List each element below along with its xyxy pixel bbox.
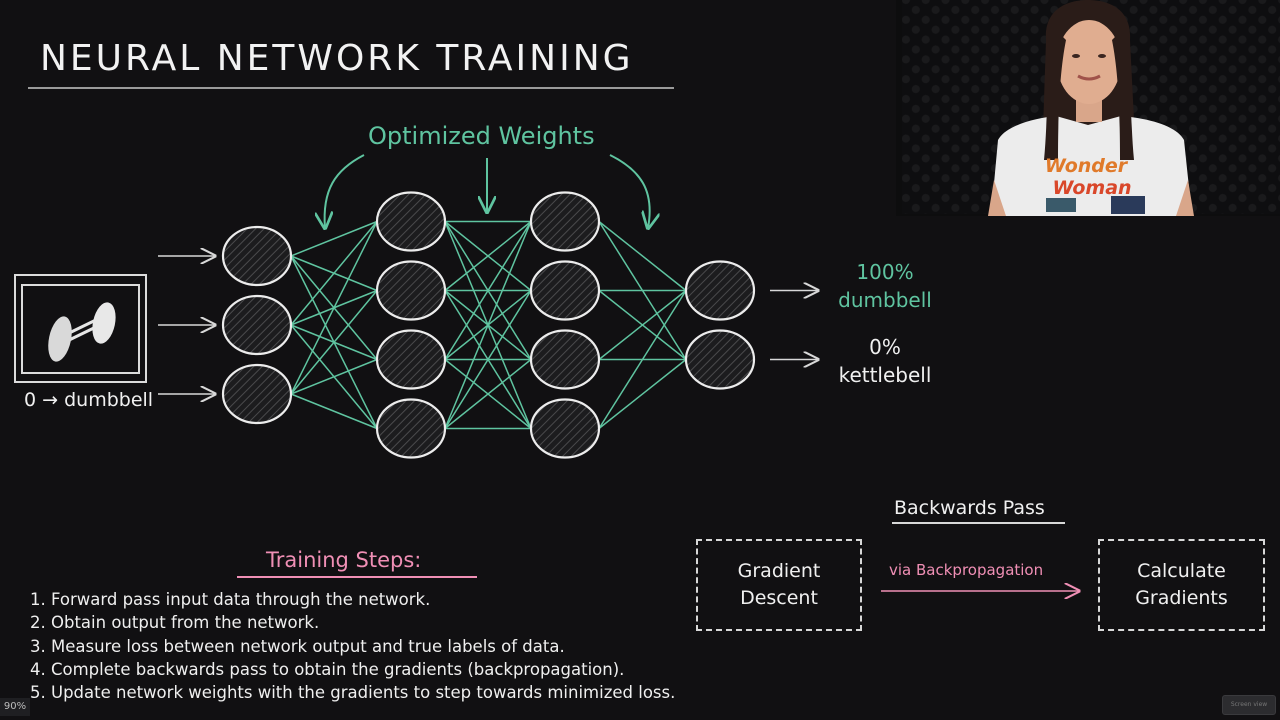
- training-step: 3. Measure loss between network output a…: [30, 636, 565, 656]
- neuron-input: [221, 294, 293, 356]
- weights-arrow-right: [609, 154, 650, 228]
- via-backpropagation-label: via Backpropagation: [889, 561, 1044, 579]
- neuron-hidden-2: [529, 191, 601, 252]
- neuron-hidden-2: [529, 329, 601, 390]
- screen-view-button[interactable]: Screen view: [1222, 695, 1276, 715]
- weight-connection: [290, 220, 378, 257]
- neuron-hidden-1: [375, 329, 447, 390]
- output-dumbbell-label: dumbbell: [838, 288, 932, 312]
- face: [1057, 20, 1121, 104]
- gradient-descent-line2: Descent: [740, 587, 818, 609]
- weight-connection: [290, 290, 378, 395]
- backwards-pass-title: Backwards Pass: [894, 497, 1045, 519]
- weights-arrow-left: [325, 154, 365, 228]
- dumbbell-icon: [48, 302, 116, 362]
- backwards-pass-underline: [892, 522, 1065, 524]
- presenter-video: Wonder Woman: [896, 0, 1280, 216]
- training-steps-title: Training Steps:: [266, 548, 422, 572]
- output-kettlebell-label: kettlebell: [838, 363, 932, 387]
- weight-connections: [290, 220, 687, 430]
- neuron-hidden-2: [529, 260, 601, 321]
- presenter-figure: Wonder Woman: [902, 0, 1280, 216]
- weight-connection: [290, 221, 378, 395]
- shirt-text-wonder: Wonder: [1045, 155, 1129, 177]
- weight-connection: [598, 220, 687, 292]
- training-step: 4. Complete backwards pass to obtain the…: [30, 659, 625, 679]
- weight-connection: [290, 221, 378, 326]
- neuron-output: [684, 260, 756, 321]
- gradient-descent-box: Gradient Descent: [696, 539, 862, 631]
- weight-connection: [598, 358, 687, 430]
- input-caption: 0 → dumbbell: [24, 389, 154, 411]
- neuron-input: [221, 225, 293, 287]
- training-step: 1. Forward pass input data through the n…: [30, 590, 431, 609]
- output-kettlebell-percent: 0%: [869, 335, 901, 359]
- training-steps-list: 1. Forward pass input data through the n…: [30, 588, 675, 704]
- training-step: 5. Update network weights with the gradi…: [30, 683, 676, 703]
- calculate-gradients-line2: Gradients: [1135, 587, 1228, 609]
- neuron-output: [684, 329, 756, 390]
- neuron-hidden-1: [375, 398, 447, 459]
- output-dumbbell-percent: 100%: [856, 260, 914, 284]
- neuron-hidden-1: [375, 260, 447, 321]
- shirt-text-woman: Woman: [1052, 177, 1131, 199]
- weight-connection: [290, 358, 378, 395]
- training-steps-underline: [237, 576, 477, 578]
- shirt-graphic: [1046, 198, 1076, 212]
- neuron-input: [221, 363, 293, 425]
- weight-connection: [290, 393, 378, 430]
- neuron-hidden-2: [529, 398, 601, 459]
- output-kettlebell: 0% kettlebell: [820, 333, 950, 389]
- neuron-hidden-1: [375, 191, 447, 252]
- calculate-gradients-line1: Calculate: [1137, 560, 1226, 582]
- input-image: [14, 274, 147, 383]
- training-step: 2. Obtain output from the network.: [30, 613, 320, 633]
- zoom-level-indicator[interactable]: 90%: [0, 698, 30, 716]
- calculate-gradients-box: Calculate Gradients: [1098, 539, 1265, 631]
- gradient-descent-line1: Gradient: [737, 560, 821, 582]
- output-dumbbell: 100% dumbbell: [820, 258, 950, 314]
